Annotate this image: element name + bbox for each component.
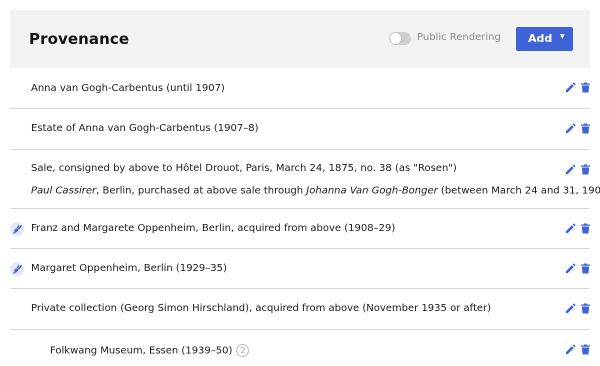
provenance-entry-text: Sale, consigned by above to Hôtel Drouot… bbox=[31, 163, 457, 174]
edit-icon[interactable] bbox=[565, 344, 576, 355]
provenance-row: Anna van Gogh-Carbentus (until 1907) bbox=[10, 68, 590, 109]
public-rendering-label: Public Rendering bbox=[417, 32, 501, 43]
unlink-icon[interactable] bbox=[10, 222, 24, 236]
delete-icon[interactable] bbox=[581, 123, 590, 134]
row-actions bbox=[565, 303, 591, 315]
footnote-badge[interactable]: 2 bbox=[236, 344, 250, 357]
delete-icon[interactable] bbox=[581, 263, 590, 274]
edit-icon[interactable] bbox=[565, 164, 576, 175]
add-button[interactable]: Add ▼ bbox=[516, 27, 573, 51]
delete-icon[interactable] bbox=[581, 344, 590, 355]
caret-down-icon: ▼ bbox=[560, 33, 565, 40]
row-actions bbox=[565, 164, 591, 176]
row-actions bbox=[565, 123, 591, 135]
detail-text: , Berlin, purchased at above sale throug… bbox=[96, 185, 307, 197]
row-actions bbox=[565, 344, 591, 356]
provenance-entry-text: Anna van Gogh-Carbentus (until 1907) bbox=[31, 83, 225, 94]
detail-text: (between March 24 and 31, 1908) bbox=[437, 185, 600, 197]
edit-icon[interactable] bbox=[565, 303, 576, 314]
add-button-label: Add bbox=[528, 32, 553, 45]
unlink-icon[interactable] bbox=[10, 262, 24, 276]
provenance-entry-detail: Paul Cassirer, Berlin, purchased at abov… bbox=[31, 184, 600, 197]
page-title: Provenance bbox=[29, 30, 130, 48]
provenance-row: Sale, consigned by above to Hôtel Drouot… bbox=[10, 150, 600, 209]
provenance-row: Folkwang Museum, Essen (1939–50) 2 bbox=[10, 330, 590, 366]
edit-icon[interactable] bbox=[565, 82, 576, 93]
entry-label: Folkwang Museum, Essen (1939–50) bbox=[50, 345, 233, 357]
provenance-row: Franz and Margarete Oppenheim, Berlin, a… bbox=[10, 209, 590, 249]
provenance-row: Margaret Oppenheim, Berlin (1929–35) bbox=[10, 249, 590, 289]
delete-icon[interactable] bbox=[581, 223, 590, 234]
agent-name: Paul Cassirer bbox=[31, 185, 97, 197]
edit-icon[interactable] bbox=[565, 223, 576, 234]
provenance-entry-text: Private collection (Georg Simon Hirschla… bbox=[31, 303, 492, 314]
row-actions bbox=[565, 263, 591, 275]
provenance-panel: Provenance Public Rendering Add ▼ Anna v… bbox=[10, 10, 600, 366]
row-actions bbox=[565, 82, 591, 94]
row-actions bbox=[565, 223, 591, 235]
provenance-entry-text: Folkwang Museum, Essen (1939–50) 2 bbox=[50, 344, 250, 357]
delete-icon[interactable] bbox=[581, 164, 590, 175]
provenance-header: Provenance Public Rendering Add ▼ bbox=[10, 10, 590, 68]
edit-icon[interactable] bbox=[565, 123, 576, 134]
provenance-row: Private collection (Georg Simon Hirschla… bbox=[10, 289, 590, 330]
edit-icon[interactable] bbox=[565, 263, 576, 274]
agent-name: Johanna Van Gogh-Bonger bbox=[306, 185, 438, 197]
provenance-entry-text: Franz and Margarete Oppenheim, Berlin, a… bbox=[31, 223, 396, 234]
provenance-entry-text: Margaret Oppenheim, Berlin (1929–35) bbox=[31, 263, 227, 274]
public-rendering-toggle[interactable] bbox=[389, 32, 411, 45]
provenance-entry-text: Estate of Anna van Gogh-Carbentus (1907–… bbox=[31, 123, 259, 134]
toggle-knob bbox=[390, 33, 401, 44]
provenance-row: Estate of Anna van Gogh-Carbentus (1907–… bbox=[10, 109, 590, 150]
delete-icon[interactable] bbox=[581, 303, 590, 314]
delete-icon[interactable] bbox=[581, 82, 590, 93]
